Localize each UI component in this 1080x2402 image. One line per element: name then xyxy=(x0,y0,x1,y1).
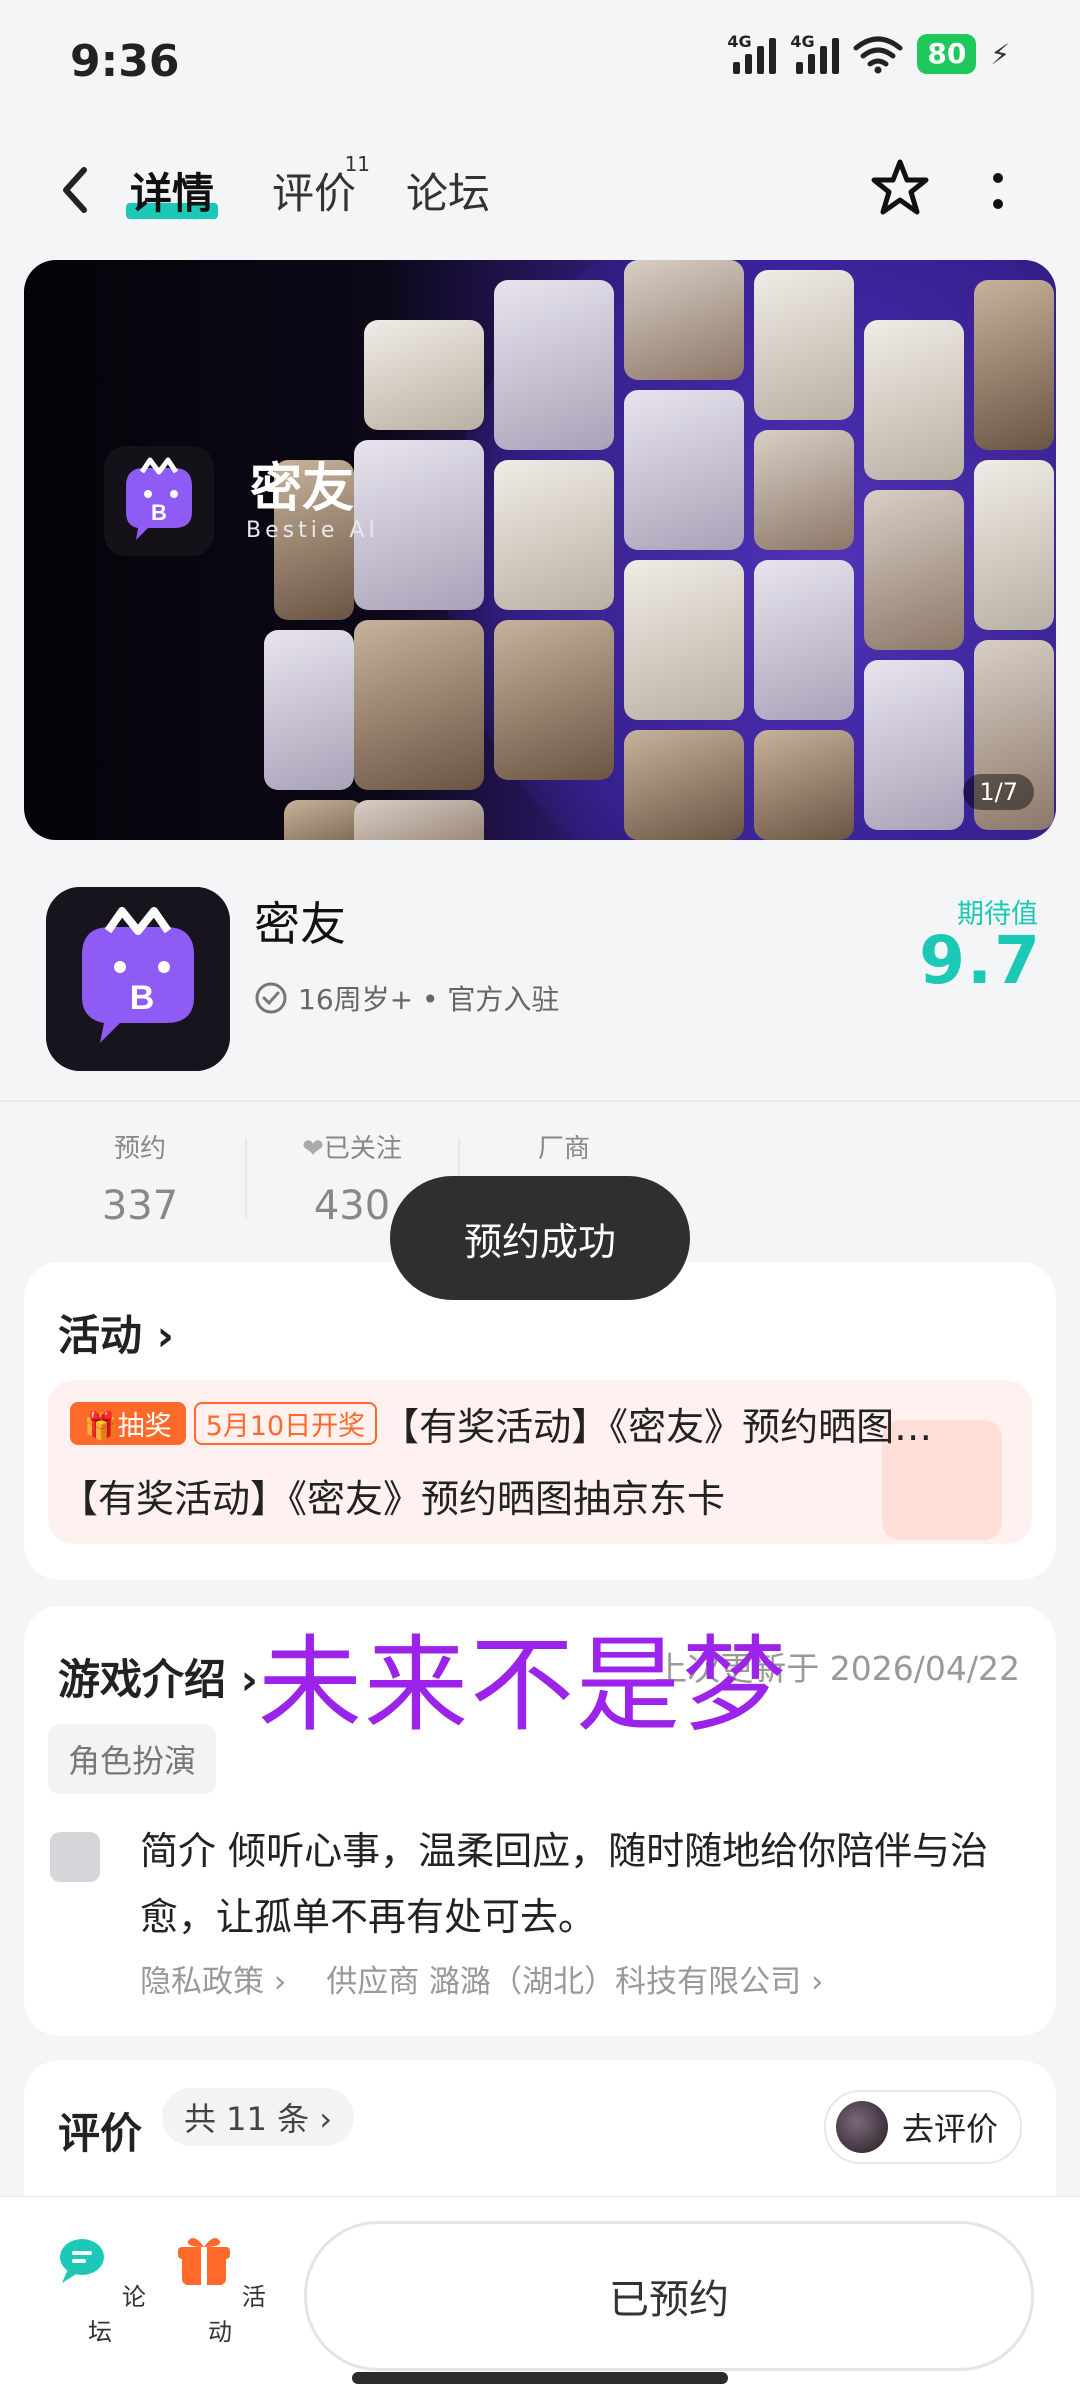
activity-label: 活动 xyxy=(208,2283,266,2346)
activity-item[interactable]: 🎁抽奖 5月10日开奖 【有奖活动】《密友》预约晒图… 【有奖活动】《密友》预约… xyxy=(48,1380,1032,1544)
character-photo xyxy=(754,430,854,550)
expectation-score: 9.7 xyxy=(919,922,1042,999)
privacy-policy-link[interactable]: 隐私政策 › xyxy=(140,1956,286,2001)
character-photo xyxy=(754,730,854,840)
character-photo xyxy=(864,660,964,830)
divider xyxy=(0,1100,1080,1102)
forum-label: 论坛 xyxy=(88,2283,146,2346)
charging-icon: ⚡ xyxy=(990,37,1010,71)
verified-check-icon xyxy=(255,982,287,1014)
chevron-right-icon: › xyxy=(156,1311,174,1360)
carousel-pager: 1/7 xyxy=(963,774,1034,810)
wifi-icon xyxy=(853,36,903,74)
app-icon: B xyxy=(46,887,230,1071)
stat-label: 预约 xyxy=(113,1134,166,1164)
character-photo xyxy=(364,320,484,430)
screenshot-carousel[interactable]: B 密友 Bestie AI 1/7 xyxy=(24,260,1056,840)
character-photo xyxy=(354,800,484,840)
heart-check-icon: ❤ xyxy=(302,1134,324,1164)
character-photo xyxy=(754,270,854,420)
overlay-text: 未来不是梦 xyxy=(258,1624,789,1746)
intro-text: 简介 倾听心事，温柔回应，随时随地给你陪伴与治愈，让孤单不再有处可去。 xyxy=(140,1829,989,1939)
app-logo-icon: B xyxy=(104,446,214,556)
more-options-icon[interactable] xyxy=(990,168,1006,216)
activity-line: 【有奖活动】《密友》预约晒图抽京东卡 xyxy=(60,1477,726,1521)
game-intro-header[interactable]: 游戏介绍 › xyxy=(58,1646,258,1707)
divider xyxy=(245,1138,247,1218)
character-photo xyxy=(624,260,744,380)
character-photo xyxy=(624,390,744,550)
activity-row: 🎁抽奖 5月10日开奖 【有奖活动】《密友》预约晒图… xyxy=(70,1396,932,1451)
draw-date-badge: 5月10日开奖 xyxy=(193,1402,378,1445)
character-photo xyxy=(974,460,1054,630)
status-icons: 4G 4G 80 ⚡ xyxy=(727,32,1010,74)
activity-line: 【有奖活动】《密友》预约晒图… xyxy=(381,1405,933,1449)
battery-icon: 80 xyxy=(917,34,977,74)
banner-app-subtitle: Bestie AI xyxy=(246,518,379,543)
stat-vendor[interactable]: 厂商 xyxy=(484,1128,644,1183)
signal-icon: 4G xyxy=(727,32,777,74)
character-photo xyxy=(624,560,744,720)
stat-value: 337 xyxy=(101,1183,179,1229)
tab-reviews-label: 评价 xyxy=(272,169,357,218)
status-time: 9:36 xyxy=(70,36,180,87)
intro-links: 隐私政策 › 供应商 潞潞（湖北）科技有限公司 › xyxy=(140,1956,823,2001)
character-photo xyxy=(494,620,614,780)
character-photo xyxy=(864,490,964,650)
character-photo xyxy=(864,320,964,480)
tab-details-label: 详情 xyxy=(130,169,215,218)
back-icon[interactable] xyxy=(54,164,98,216)
character-photo xyxy=(754,560,854,720)
character-photo xyxy=(354,620,484,790)
chevron-right-icon: › xyxy=(240,1655,258,1704)
review-count-pill[interactable]: 共 11 条 › xyxy=(162,2088,355,2146)
reviews-title: 评价 xyxy=(58,2109,143,2158)
app-meta: 16周岁+ • 官方入驻 xyxy=(254,978,559,1018)
status-bar: 9:36 4G 4G 80 ⚡ xyxy=(0,0,1080,120)
character-photo xyxy=(494,460,614,610)
character-photo xyxy=(974,280,1054,450)
age-rating-official: 16周岁+ • 官方入驻 xyxy=(298,983,560,1016)
toast-message: 预约成功 xyxy=(390,1176,690,1300)
write-review-button[interactable]: 去评价 xyxy=(823,2090,1022,2164)
stat-reservations: 预约 337 xyxy=(60,1128,220,1229)
character-photo xyxy=(264,630,354,790)
favorite-star-icon[interactable] xyxy=(868,156,932,220)
svg-text:B: B xyxy=(151,500,167,525)
genre-tag[interactable]: 角色扮演 xyxy=(48,1724,217,1794)
review-count-badge: 11 xyxy=(344,152,371,176)
activity-button[interactable]: 活动 xyxy=(170,2231,270,2347)
stat-label: ❤已关注 xyxy=(302,1134,402,1164)
character-photo xyxy=(624,730,744,840)
forum-button[interactable]: 论坛 xyxy=(50,2231,150,2347)
activity-card: 活动 › 🎁抽奖 5月10日开奖 【有奖活动】《密友》预约晒图… 【有奖活动】《… xyxy=(24,1262,1056,1580)
character-photo xyxy=(494,280,614,450)
forum-chat-icon xyxy=(60,2239,105,2283)
app-name: 密友 xyxy=(254,897,346,951)
activity-header[interactable]: 活动 › xyxy=(58,1302,174,1363)
home-indicator xyxy=(352,2372,728,2384)
bottom-action-bar: 论坛 活动 已预约 xyxy=(0,2196,1080,2402)
lottery-badge: 🎁抽奖 xyxy=(70,1402,186,1445)
gift-icon xyxy=(178,2238,231,2285)
avatar xyxy=(835,2101,888,2153)
tab-details[interactable]: 详情 xyxy=(126,160,219,221)
write-review-label: 去评价 xyxy=(901,2110,998,2148)
stat-label: 厂商 xyxy=(537,1134,590,1164)
tab-forum[interactable]: 论坛 xyxy=(406,160,490,221)
signal-icon: 4G xyxy=(790,32,840,74)
document-icon xyxy=(50,1832,100,1882)
svg-text:B: B xyxy=(130,979,155,1017)
activity-title: 活动 xyxy=(58,1311,143,1360)
reserved-button[interactable]: 已预约 xyxy=(304,2221,1034,2371)
supplier-link[interactable]: 供应商 潞潞（湖北）科技有限公司 › xyxy=(326,1956,823,2001)
top-nav: 详情 评价 11 论坛 xyxy=(0,140,1080,240)
tab-forum-label: 论坛 xyxy=(406,169,491,218)
character-photo xyxy=(284,800,364,840)
banner-app-name: 密友 xyxy=(250,459,355,519)
game-intro-title: 游戏介绍 xyxy=(58,1655,227,1704)
tab-reviews[interactable]: 评价 11 xyxy=(272,152,370,221)
